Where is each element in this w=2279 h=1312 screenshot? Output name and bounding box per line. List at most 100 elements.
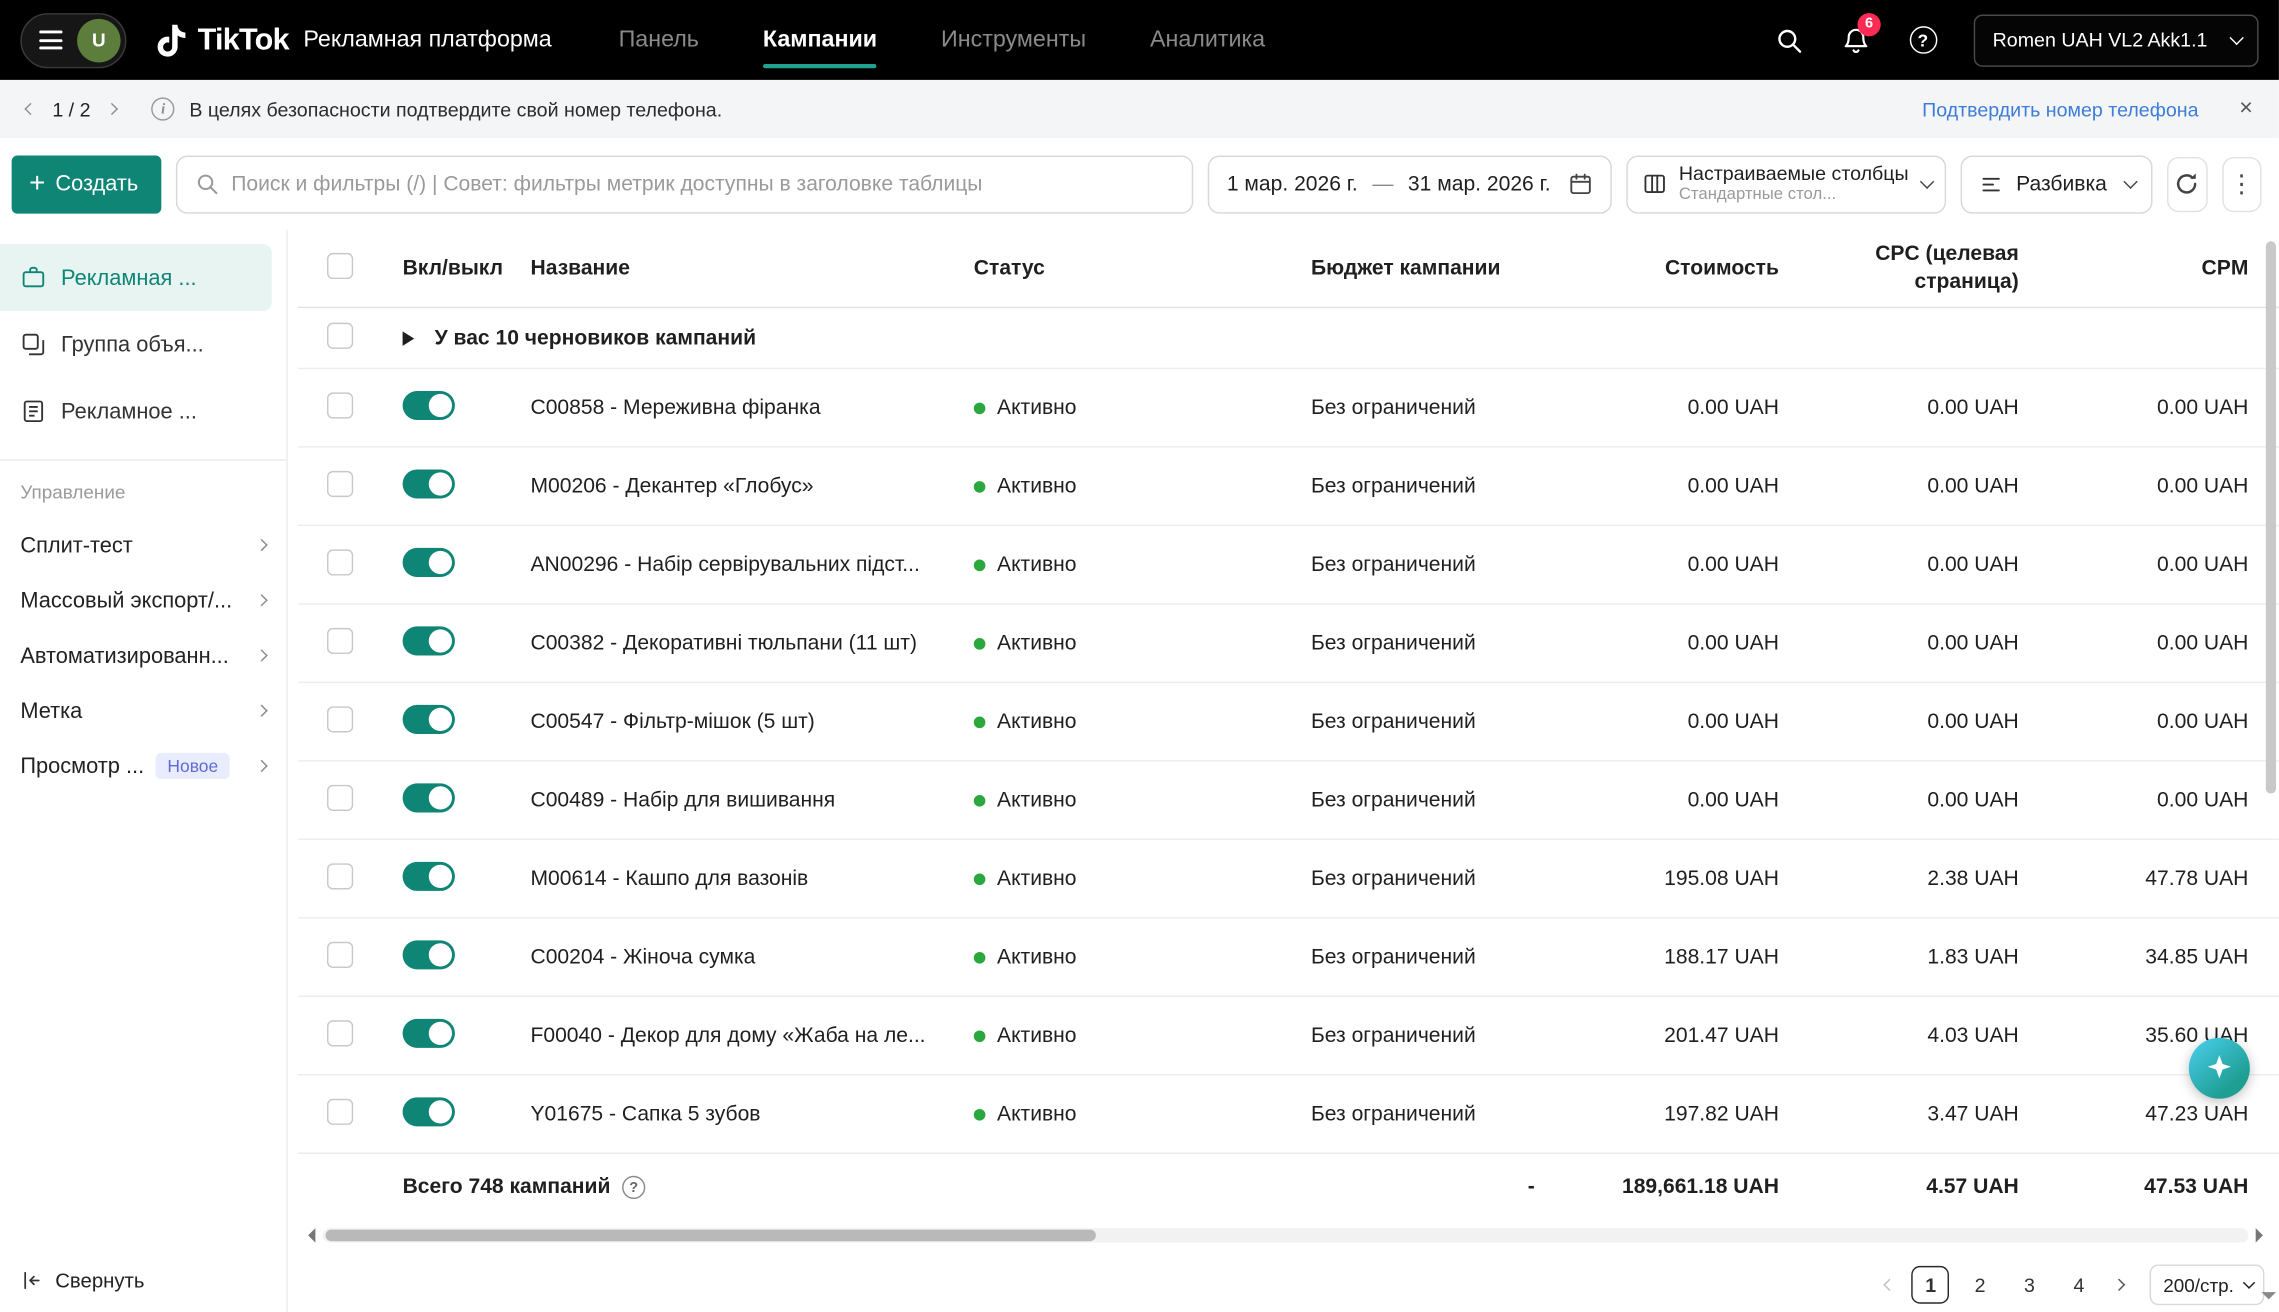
assistant-logo-icon[interactable] <box>2188 1037 2250 1099</box>
banner-next-icon[interactable] <box>106 102 119 116</box>
campaign-row: F00040 - Декор для дому «Жаба на ле... А… <box>297 997 2279 1076</box>
sidebar-item-split-test[interactable]: Сплит-тест <box>0 517 286 572</box>
scrollbar-thumb[interactable] <box>325 1229 1096 1242</box>
scroll-down-icon[interactable] <box>2261 1292 2277 1307</box>
campaign-status: Активно <box>973 788 1311 812</box>
campaign-toggle[interactable] <box>402 939 455 969</box>
menu-avatar-group[interactable]: U <box>20 12 127 68</box>
campaign-name[interactable]: F00040 - Декор для дому «Жаба на ле... <box>530 1024 973 1047</box>
row-checkbox[interactable] <box>327 470 354 497</box>
campaign-toggle[interactable] <box>402 861 455 891</box>
total-cost: 189,661.18 UAH <box>1621 1175 1779 1200</box>
campaign-toggle[interactable] <box>402 704 455 734</box>
sidebar-item-ad[interactable]: Рекламное ... <box>0 378 272 445</box>
calendar-icon <box>1570 173 1591 195</box>
campaign-toggle[interactable] <box>402 782 455 812</box>
campaign-status: Активно <box>973 553 1311 576</box>
campaign-name[interactable]: Y01675 - Сапка 5 зубов <box>530 1102 973 1125</box>
row-checkbox[interactable] <box>327 627 354 654</box>
campaign-name[interactable]: M00614 - Кашпо для вазонів <box>530 867 973 890</box>
campaign-name[interactable]: C00382 - Декоративні тюльпани (11 шт) <box>530 632 973 655</box>
col-header-cpm[interactable]: CPM <box>2019 257 2249 280</box>
campaign-toggle[interactable] <box>402 468 455 498</box>
campaign-name[interactable]: C00858 - Мереживна фіранка <box>530 396 973 419</box>
page-size-select[interactable]: 200/стр. <box>2150 1264 2265 1306</box>
confirm-phone-link[interactable]: Подтвердить номер телефона <box>1922 98 2198 120</box>
campaign-name[interactable]: C00489 - Набір для вишивання <box>530 788 973 811</box>
campaign-cpc: 0.00 UAH <box>1927 631 2019 655</box>
search-input[interactable] <box>231 172 1175 196</box>
hamburger-icon[interactable] <box>39 30 63 50</box>
kebab-icon: ⋮ <box>2229 169 2254 197</box>
custom-columns-button[interactable]: Настраиваемые столбцы Стандартные стол..… <box>1626 154 1947 213</box>
vertical-scrollbar-thumb[interactable] <box>2265 241 2277 794</box>
status-label: Активно <box>997 866 1077 891</box>
sidebar-item-label-tag[interactable]: Метка <box>0 683 286 738</box>
campaign-name[interactable]: C00547 - Фільтр-мішок (5 шт) <box>530 710 973 733</box>
col-header-cpc[interactable]: CPC (целевая страница) <box>1779 242 2019 295</box>
page-next-icon[interactable] <box>2109 1275 2129 1295</box>
help-icon[interactable]: ? <box>1907 24 1939 56</box>
collapse-sidebar-button[interactable]: Свернуть <box>20 1269 144 1292</box>
row-checkbox[interactable] <box>327 391 354 418</box>
notifications-bell-icon[interactable]: 6 <box>1840 12 1881 56</box>
row-checkbox[interactable] <box>327 862 354 889</box>
row-checkbox[interactable] <box>327 784 354 811</box>
search-filter-box[interactable] <box>176 154 1194 213</box>
select-all-checkbox[interactable] <box>327 252 354 279</box>
sidebar-item-automated[interactable]: Автоматизированн... <box>0 628 286 683</box>
brand-logo[interactable]: TikTok Рекламная платформа <box>156 23 552 58</box>
scrollbar-track[interactable] <box>322 1228 2249 1243</box>
page-button-1[interactable]: 1 <box>1911 1265 1950 1304</box>
question-circle-icon[interactable]: ? <box>622 1175 646 1200</box>
nav-dashboard[interactable]: Панель <box>619 0 699 80</box>
campaign-name[interactable]: M00206 - Декантер «Глобус» <box>530 475 973 498</box>
row-checkbox[interactable] <box>327 1019 354 1046</box>
sidebar-item-adgroup[interactable]: Группа объя... <box>0 311 272 378</box>
campaign-toggle[interactable] <box>402 1018 455 1048</box>
expand-triangle-icon[interactable] <box>402 330 415 346</box>
page-button-2[interactable]: 2 <box>1961 1266 1999 1304</box>
refresh-button[interactable] <box>2167 156 2208 212</box>
sidebar-item-bulk-export[interactable]: Массовый экспорт/... <box>0 573 286 628</box>
account-switcher[interactable]: Romen UAH VL2 Akk1.1 <box>1973 13 2259 67</box>
sidebar-item-view[interactable]: Просмотр ... Новое <box>0 738 286 793</box>
nav-campaigns[interactable]: Кампании <box>762 0 877 80</box>
create-button[interactable]: + Создать <box>11 154 162 213</box>
drafts-checkbox[interactable] <box>327 321 354 349</box>
row-checkbox[interactable] <box>327 548 354 575</box>
avatar[interactable]: U <box>77 18 121 62</box>
page-prev-icon[interactable] <box>1880 1275 1900 1295</box>
page-button-4[interactable]: 4 <box>2060 1266 2098 1304</box>
col-header-cost[interactable]: Стоимость <box>1575 257 1779 280</box>
campaign-name[interactable]: AN00296 - Набір сервірувальних підст... <box>530 553 973 576</box>
campaign-toggle[interactable] <box>402 390 455 420</box>
row-checkbox[interactable] <box>327 941 354 968</box>
breakdown-button[interactable]: Разбивка <box>1960 154 2153 213</box>
nav-tools[interactable]: Инструменты <box>941 0 1086 80</box>
col-header-name: Название <box>530 256 630 280</box>
nav-analytics[interactable]: Аналитика <box>1150 0 1265 80</box>
campaign-row: Y01675 - Сапка 5 зубов Активно Без огран… <box>297 1076 2279 1154</box>
page-button-3[interactable]: 3 <box>2011 1266 2049 1304</box>
close-icon[interactable]: × <box>2239 97 2253 120</box>
campaign-name[interactable]: C00204 - Жіноча сумка <box>530 945 973 968</box>
campaign-toggle[interactable] <box>402 547 455 577</box>
adgroup-icon <box>22 333 45 356</box>
scroll-right-icon[interactable] <box>2255 1228 2271 1243</box>
row-checkbox[interactable] <box>327 705 354 732</box>
chevron-right-icon <box>255 704 268 717</box>
more-button[interactable]: ⋮ <box>2221 156 2262 212</box>
row-checkbox[interactable] <box>327 1098 354 1125</box>
search-icon[interactable] <box>1773 24 1805 56</box>
campaign-status: Активно <box>973 632 1311 655</box>
date-range-picker[interactable]: 1 мар. 2026 г. — 31 мар. 2026 г. <box>1207 154 1613 213</box>
banner-prev-icon[interactable] <box>24 102 37 116</box>
campaign-toggle[interactable] <box>402 625 455 655</box>
campaign-cpm: 47.78 UAH <box>2145 866 2249 891</box>
scroll-left-icon[interactable] <box>301 1228 316 1243</box>
sidebar-item-campaign[interactable]: Рекламная ... <box>0 244 272 312</box>
campaign-toggle[interactable] <box>402 1096 455 1126</box>
sidebar-item-label: Рекламное ... <box>61 398 197 424</box>
create-button-label: Создать <box>55 171 139 197</box>
